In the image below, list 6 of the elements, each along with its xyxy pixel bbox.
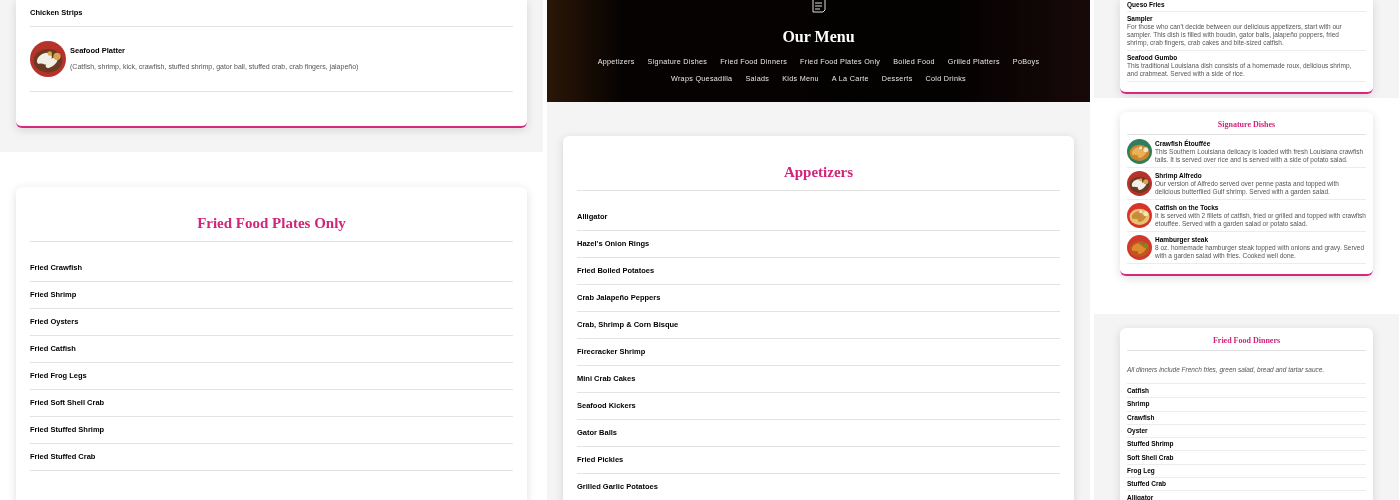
- card-title: Fried Food Plates Only: [197, 214, 346, 233]
- menu-icon: [811, 0, 826, 13]
- card-title: Fried Food Dinners: [1212, 335, 1281, 347]
- page-title: Our Menu: [782, 27, 855, 47]
- card-title: Signature Dishes: [1217, 119, 1276, 131]
- card-title: Appetizers: [783, 163, 854, 182]
